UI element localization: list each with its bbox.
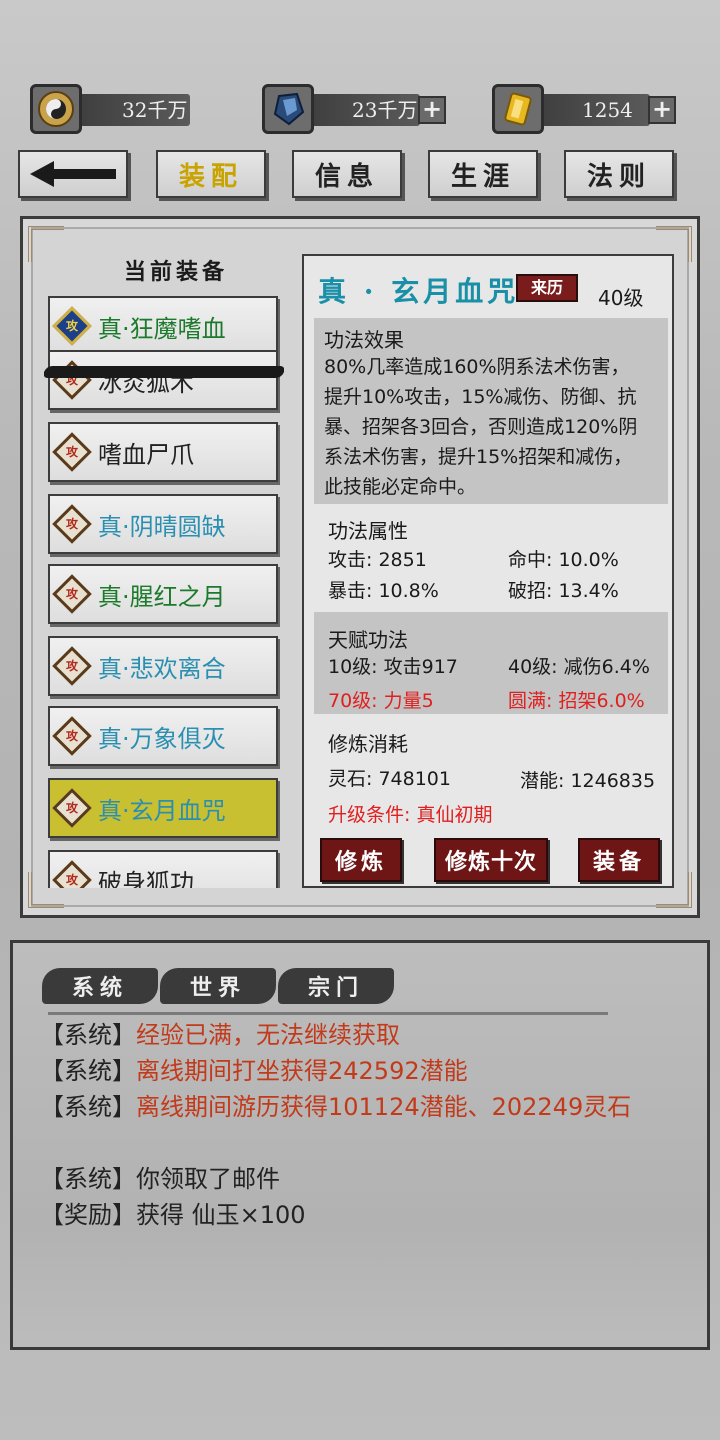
- chat-message: 【系统】离线期间游历获得101124潜能、202249灵石: [40, 1089, 660, 1125]
- brush-stroke-divider: [44, 366, 284, 378]
- chat-tab-system[interactable]: 系统: [42, 968, 158, 1004]
- equip-button[interactable]: 装备: [578, 838, 660, 882]
- attr-pierce: 破招: 13.4%: [508, 580, 619, 602]
- back-button[interactable]: [18, 150, 128, 198]
- chat-message: 【系统】经验已满，无法继续获取: [40, 1017, 660, 1053]
- equipment-item-label: 真·玄月血咒: [98, 796, 226, 825]
- talent-max: 圆满: 招架6.0%: [508, 690, 645, 712]
- gold-jade-icon: [492, 84, 544, 134]
- equipment-item-label: 真·狂魔嗜血: [98, 314, 226, 343]
- effect-line: 暴、招架各3回合，否则造成120%阴: [324, 416, 638, 438]
- train-ten-button[interactable]: 修炼十次: [434, 838, 548, 882]
- effect-line: 提升10%攻击，15%减伤、防御、抗: [324, 386, 637, 408]
- train-button[interactable]: 修炼: [320, 838, 402, 882]
- cost-stone: 灵石: 748101: [328, 768, 451, 790]
- chat-tab-sect[interactable]: 宗门: [278, 968, 394, 1004]
- chat-divider: [48, 1012, 608, 1015]
- chat-message-text: 离线期间打坐获得242592潜能: [136, 1057, 468, 1085]
- attr-title: 功法属性: [328, 519, 408, 543]
- equipment-item-selected[interactable]: 攻 真·玄月血咒: [48, 778, 278, 838]
- chat-message-text: 离线期间游历获得101124潜能、202249灵石: [136, 1093, 632, 1121]
- attr-hit: 命中: 10.0%: [508, 549, 619, 571]
- upgrade-requirement: 升级条件: 真仙初期: [328, 804, 493, 826]
- equipment-item[interactable]: 攻 真·万象俱灭: [48, 706, 278, 766]
- skill-name: 真 · 玄月血咒: [318, 275, 520, 308]
- attack-badge-icon: 攻: [52, 432, 92, 472]
- cost-potential: 潜能: 1246835: [520, 770, 656, 792]
- chat-message-tag: 【系统】: [40, 1165, 136, 1193]
- chat-message-tag: 【系统】: [40, 1057, 136, 1085]
- gold-jade-value: 1254: [582, 98, 633, 122]
- skill-level: 40级: [598, 286, 644, 310]
- equipment-item-label: 嗜血尸爪: [98, 440, 194, 469]
- equipment-item[interactable]: 攻 真·阴晴圆缺: [48, 494, 278, 554]
- talent-70: 70级: 力量5: [328, 690, 434, 712]
- attack-badge-icon: 攻: [52, 574, 92, 614]
- chat-message: 【奖励】获得 仙玉×100: [40, 1197, 660, 1233]
- equipment-list[interactable]: 攻 真·狂魔嗜血 攻 冰炎狐术 攻 嗜血尸爪 攻 真·阴晴圆缺 攻 真·腥红之月…: [44, 290, 284, 888]
- add-gold-button[interactable]: +: [648, 96, 676, 124]
- taiji-coin-icon: [30, 84, 82, 134]
- equipment-item-label: 真·悲欢离合: [98, 654, 226, 683]
- spirit-crystal-value: 23千万: [352, 98, 418, 122]
- equipment-item[interactable]: 攻 真·狂魔嗜血: [48, 296, 278, 356]
- chat-message: 【系统】离线期间打坐获得242592潜能: [40, 1053, 660, 1089]
- effect-line: 80%几率造成160%阴系法术伤害，: [324, 356, 630, 378]
- equipment-item[interactable]: 攻 冰炎狐术: [48, 350, 278, 410]
- chat-message-text: 经验已满，无法继续获取: [136, 1021, 400, 1049]
- equipment-item-label: 真·阴晴圆缺: [98, 512, 226, 541]
- origin-button[interactable]: 来历: [516, 274, 578, 302]
- spirit-crystal-icon: [262, 84, 314, 134]
- taiji-coin-value: 32千万: [122, 98, 188, 122]
- current-equipment-title: 当前装备: [124, 259, 229, 285]
- attack-badge-icon: 攻: [52, 504, 92, 544]
- chat-message-tag: 【系统】: [40, 1021, 136, 1049]
- equipment-item-label: 真·腥红之月: [98, 582, 226, 611]
- cost-title: 修炼消耗: [328, 732, 408, 756]
- talent-40: 40级: 减伤6.4%: [508, 656, 650, 678]
- panel-corner-ornament: [28, 226, 64, 262]
- effect-line: 此技能必定命中。: [324, 476, 477, 498]
- attack-badge-icon: 攻: [52, 716, 92, 756]
- equipment-item-label: 破身狐功: [98, 868, 194, 889]
- attack-badge-icon: 攻: [52, 646, 92, 686]
- equipment-item[interactable]: 攻 破身狐功: [48, 850, 278, 888]
- tab-law[interactable]: 法则: [564, 150, 674, 198]
- add-crystal-button[interactable]: +: [418, 96, 446, 124]
- back-arrow-icon: [30, 161, 116, 187]
- chat-message-tag: 【系统】: [40, 1093, 136, 1121]
- effect-line: 系法术伤害，提升15%招架和减伤，: [324, 446, 633, 468]
- chat-tab-world[interactable]: 世界: [160, 968, 276, 1004]
- equipment-item[interactable]: 攻 嗜血尸爪: [48, 422, 278, 482]
- tab-info[interactable]: 信息: [292, 150, 402, 198]
- attack-badge-icon: 攻: [52, 860, 92, 888]
- chat-message-text: 你领取了邮件: [136, 1165, 280, 1193]
- talent-title: 天赋功法: [328, 628, 408, 652]
- talent-10: 10级: 攻击917: [328, 656, 458, 678]
- attack-badge-icon: 攻: [52, 788, 92, 828]
- attr-attack: 攻击: 2851: [328, 549, 427, 571]
- chat-message: 【系统】你领取了邮件: [40, 1161, 660, 1197]
- tab-career[interactable]: 生涯: [428, 150, 538, 198]
- effect-title: 功法效果: [324, 328, 404, 352]
- tab-equip[interactable]: 装配: [156, 150, 266, 198]
- equipment-item[interactable]: 攻 真·腥红之月: [48, 564, 278, 624]
- chat-message-tag: 【奖励】: [40, 1201, 136, 1229]
- attr-crit: 暴击: 10.8%: [328, 580, 439, 602]
- equipment-item-label: 真·万象俱灭: [98, 724, 226, 753]
- chat-message-text: 获得 仙玉×100: [136, 1201, 306, 1229]
- equipment-item[interactable]: 攻 真·悲欢离合: [48, 636, 278, 696]
- attack-badge-icon: 攻: [52, 306, 92, 346]
